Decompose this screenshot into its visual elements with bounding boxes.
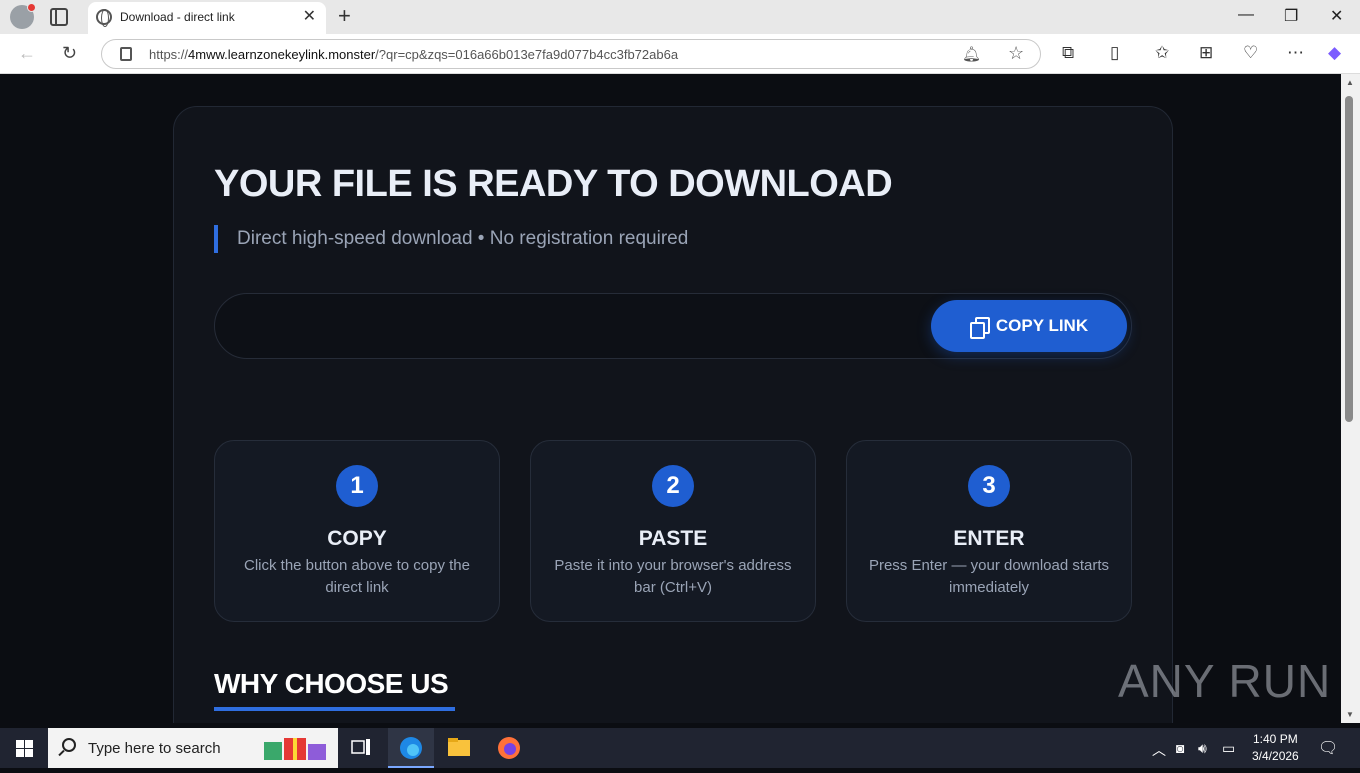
step-description: Click the button above to copy the direc… (244, 557, 470, 596)
anyrun-watermark: ANY RUN (1118, 655, 1332, 707)
file-explorer-icon[interactable] (436, 728, 482, 768)
subtitle-accent-bar (214, 225, 218, 253)
step-title: ENTER (953, 527, 1025, 550)
page-viewport: YOUR FILE IS READY TO DOWNLOAD Direct hi… (4, 74, 1341, 723)
favorite-star-icon[interactable]: ☆ (1008, 43, 1024, 64)
browser-tab[interactable]: Download - direct link ✕ (88, 2, 326, 34)
download-card: YOUR FILE IS READY TO DOWNLOAD Direct hi… (173, 106, 1173, 723)
notification-icon[interactable]: 🔔︎ (962, 45, 981, 63)
meet-now-icon[interactable]: ◙ (1176, 740, 1184, 756)
lock-icon[interactable] (120, 47, 132, 61)
steps-list: 1 COPY Click the button above to copy th… (214, 440, 1132, 622)
copilot-icon[interactable]: ◆ (1328, 43, 1341, 63)
notifications-icon[interactable]: 🗨︎ (1318, 738, 1338, 758)
task-view-icon[interactable] (338, 728, 384, 768)
edge-taskbar-icon[interactable] (388, 728, 434, 768)
search-icon (62, 738, 76, 752)
minimize-icon[interactable]: — (1238, 6, 1254, 24)
globe-icon (96, 9, 112, 27)
link-field[interactable]: COPY LINK (214, 293, 1132, 359)
close-tab-icon[interactable]: ✕ (303, 6, 316, 26)
windows-taskbar: Type here to search ︿ ◙ 🔊︎ ▭ 1:40 PM 3/4… (0, 728, 1360, 768)
tab-title: Download - direct link (120, 10, 235, 24)
show-hidden-icons-icon[interactable]: ︿ (1152, 740, 1166, 760)
step-title: PASTE (638, 527, 708, 550)
step-description: Press Enter — your download starts immed… (868, 557, 1110, 596)
scroll-up-icon[interactable]: ▲ (1346, 78, 1354, 87)
step-number: 3 (968, 465, 1010, 507)
copy-link-button[interactable]: COPY LINK (931, 300, 1127, 352)
search-highlight-gifts-icon (264, 738, 326, 760)
collections-icon[interactable]: ⊞ (1199, 43, 1213, 63)
step-number: 1 (336, 465, 378, 507)
browser-tab-bar: Download - direct link ✕ + — ❐ ✕ (0, 0, 1360, 34)
copy-link-label: COPY LINK (995, 316, 1089, 335)
new-tab-icon[interactable]: + (338, 3, 351, 29)
clock-date: 3/4/2026 (1252, 749, 1299, 763)
heading-underline (214, 707, 455, 711)
refresh-icon[interactable]: ↻ (62, 43, 77, 64)
volume-icon[interactable]: 🔊︎ (1198, 740, 1207, 757)
scroll-down-icon[interactable]: ▼ (1346, 710, 1354, 719)
page-subtitle: Direct high-speed download • No registra… (237, 228, 689, 249)
scrollbar-thumb[interactable] (1345, 96, 1353, 422)
page-scrollbar[interactable]: ▲ ▼ (1341, 74, 1360, 723)
back-icon[interactable]: ← (18, 43, 36, 64)
step-title: COPY (327, 527, 387, 550)
url-text[interactable]: https://4mww.learnzonekeylink.monster/?q… (149, 47, 678, 62)
firefox-icon[interactable] (486, 728, 532, 768)
profile-avatar-icon[interactable] (10, 3, 36, 29)
more-menu-icon[interactable]: ⋯ (1287, 43, 1304, 63)
copy-icon (969, 317, 990, 339)
browser-essentials-icon[interactable]: ♡ (1243, 43, 1258, 63)
windows-start-icon[interactable] (16, 740, 33, 757)
network-icon[interactable]: ▭ (1222, 740, 1235, 757)
page-title: YOUR FILE IS READY TO DOWNLOAD (214, 163, 893, 205)
step-card-enter: 3 ENTER Press Enter — your download star… (846, 440, 1132, 622)
step-description: Paste it into your browser's address bar… (554, 557, 792, 596)
taskbar-search-box[interactable]: Type here to search (48, 728, 338, 768)
step-card-paste: 2 PASTE Paste it into your browser's add… (530, 440, 816, 622)
step-number: 2 (652, 465, 694, 507)
clock-time: 1:40 PM (1253, 732, 1298, 746)
search-placeholder: Type here to search (88, 740, 221, 757)
address-bar[interactable]: https://4mww.learnzonekeylink.monster/?q… (101, 39, 1041, 69)
favorites-icon[interactable]: ✩ (1155, 43, 1169, 63)
taskbar-clock[interactable]: 1:40 PM 3/4/2026 (1252, 731, 1299, 765)
extensions-icon[interactable]: ⧉ (1062, 43, 1074, 63)
tab-actions-icon[interactable] (50, 8, 68, 26)
window-close-icon[interactable]: ✕ (1330, 6, 1343, 26)
split-screen-icon[interactable]: ▯ (1110, 43, 1119, 63)
step-card-copy: 1 COPY Click the button above to copy th… (214, 440, 500, 622)
why-choose-us-heading: WHY CHOOSE US (214, 668, 449, 699)
browser-toolbar: ← ↻ https://4mww.learnzonekeylink.monste… (0, 34, 1360, 74)
restore-icon[interactable]: ❐ (1284, 6, 1298, 26)
